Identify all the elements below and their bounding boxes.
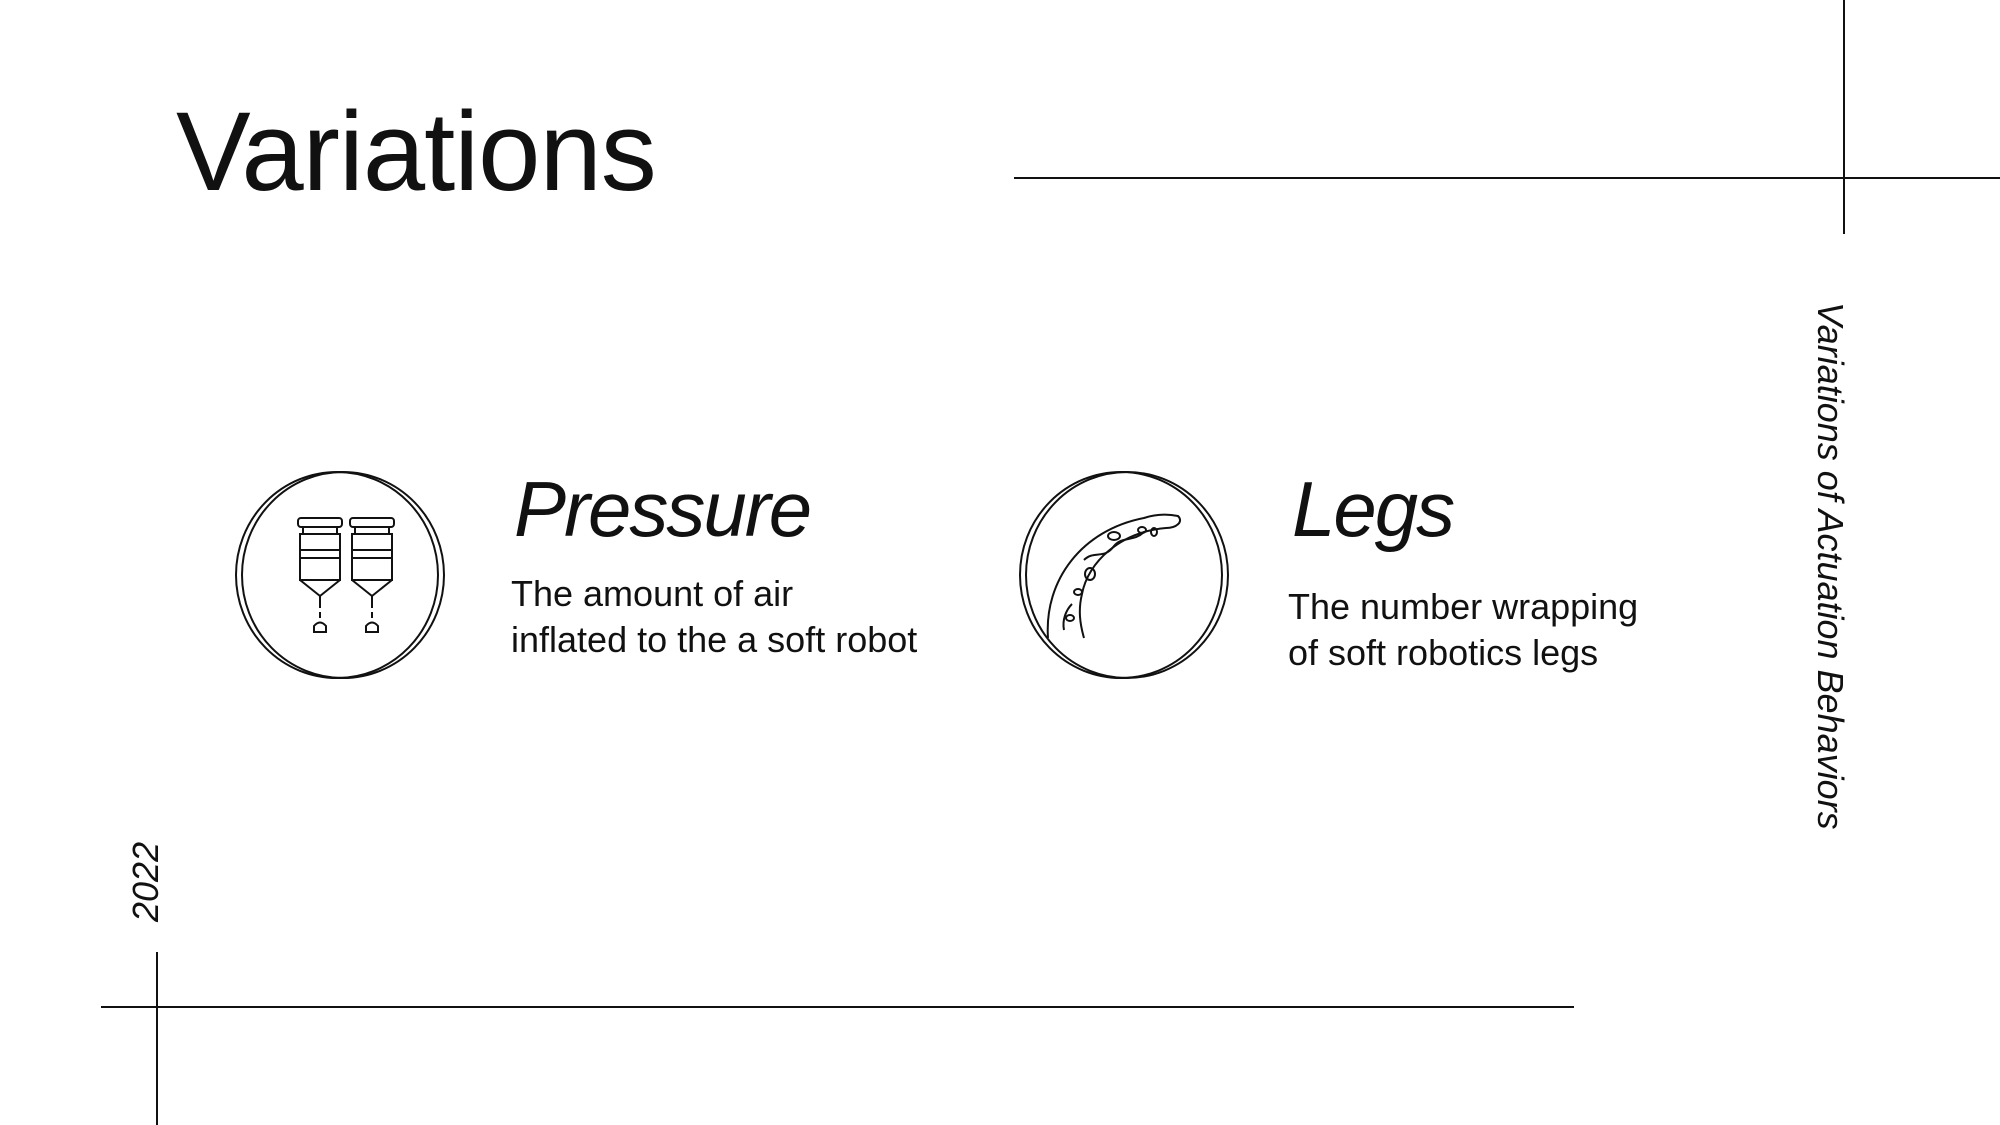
feature-title-legs: Legs <box>1292 465 1455 553</box>
feature-description-pressure: The amount of air inflated to the a soft… <box>511 571 917 663</box>
bottom-vertical-rule <box>156 952 158 1125</box>
feature-description-line: The number wrapping <box>1288 586 1639 627</box>
feature-description-line: inflated to the a soft robot <box>511 619 918 660</box>
slide-title: Variations <box>176 89 657 214</box>
top-vertical-rule <box>1843 0 1845 234</box>
top-horizontal-rule <box>1014 177 2000 179</box>
bottom-horizontal-rule <box>101 1006 1574 1008</box>
soft-robot-leg-icon <box>1019 471 1229 679</box>
feature-description-line: of soft robotics legs <box>1288 632 1599 673</box>
pressure-syringes-icon <box>235 471 445 679</box>
feature-title-pressure: Pressure <box>514 465 812 553</box>
side-label: Variations of Actuation Behaviors <box>1810 302 1851 830</box>
feature-description-legs: The number wrapping of soft robotics leg… <box>1288 584 1638 676</box>
feature-description-line: The amount of air <box>511 573 794 614</box>
year-label: 2022 <box>125 841 166 922</box>
